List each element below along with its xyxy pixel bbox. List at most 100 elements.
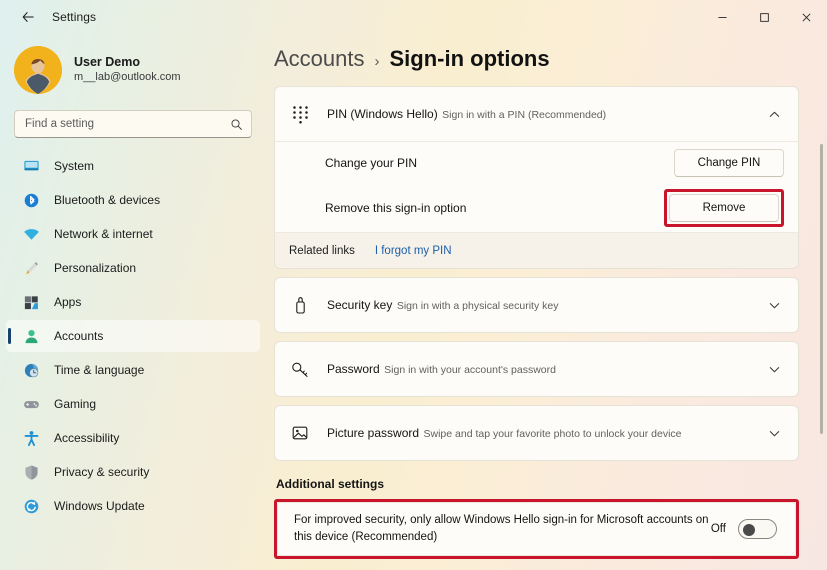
- sidebar-item-label: Network & internet: [54, 227, 153, 241]
- signin-option-title: Picture password: [327, 426, 419, 440]
- account-name: User Demo: [74, 55, 181, 71]
- account-email: m__lab@outlook.com: [74, 71, 181, 85]
- picture-icon: [289, 422, 311, 444]
- signin-option-picture-password: Picture password Swipe and tap your favo…: [274, 405, 799, 461]
- person-icon: [22, 327, 40, 345]
- hello-only-toggle-state: Off: [711, 523, 726, 535]
- signin-option-password: Password Sign in with your account's pas…: [274, 341, 799, 397]
- chevron-down-icon[interactable]: [764, 299, 784, 312]
- account-block[interactable]: User Demo m__lab@outlook.com: [0, 34, 266, 96]
- change-pin-row: Change your PIN Change PIN: [275, 142, 798, 184]
- sidebar-item-privacy-security[interactable]: Privacy & security: [6, 456, 260, 488]
- maximize-icon: [759, 12, 770, 23]
- sidebar-item-label: Bluetooth & devices: [54, 193, 160, 207]
- remove-button-highlight: Remove: [664, 189, 784, 227]
- sidebar-item-accessibility[interactable]: Accessibility: [6, 422, 260, 454]
- signin-option-picture-password-header[interactable]: Picture password Swipe and tap your favo…: [275, 406, 798, 460]
- hello-only-signin-label: For improved security, only allow Window…: [294, 512, 711, 545]
- signin-option-title: Security key: [327, 298, 392, 312]
- sidebar-item-label: Accounts: [54, 329, 103, 343]
- back-arrow-icon: [21, 10, 35, 24]
- gamepad-icon: [22, 395, 40, 413]
- title-bar: Settings: [0, 0, 827, 34]
- signin-option-pin-texts: PIN (Windows Hello) Sign in with a PIN (…: [327, 104, 764, 125]
- shield-icon: [22, 463, 40, 481]
- back-button[interactable]: [12, 3, 44, 31]
- sidebar-item-label: Gaming: [54, 397, 96, 411]
- hello-only-toggle[interactable]: [738, 519, 777, 539]
- sidebar-item-label: Privacy & security: [54, 465, 149, 479]
- remove-pin-row: Remove this sign-in option Remove: [275, 184, 798, 232]
- signin-option-pin: PIN (Windows Hello) Sign in with a PIN (…: [274, 86, 799, 269]
- sidebar: User Demo m__lab@outlook.com: [0, 34, 266, 570]
- sidebar-item-time-language[interactable]: Time & language: [6, 354, 260, 386]
- wifi-icon: [22, 225, 40, 243]
- search-box[interactable]: [14, 110, 252, 138]
- main-scrollbar[interactable]: [820, 144, 823, 434]
- sidebar-item-gaming[interactable]: Gaming: [6, 388, 260, 420]
- change-pin-button[interactable]: Change PIN: [674, 149, 784, 177]
- sidebar-item-label: Windows Update: [54, 499, 145, 513]
- sidebar-item-label: Personalization: [54, 261, 136, 275]
- signin-option-password-texts: Password Sign in with your account's pas…: [327, 359, 764, 380]
- hello-only-toggle-group: Off: [711, 519, 777, 539]
- security-key-icon: [289, 294, 311, 316]
- breadcrumb: Accounts › Sign-in options: [266, 34, 827, 72]
- minimize-button[interactable]: [701, 0, 743, 34]
- sidebar-item-accounts[interactable]: Accounts: [6, 320, 260, 352]
- signin-option-security-key: Security key Sign in with a physical sec…: [274, 277, 799, 333]
- related-links-row: Related links I forgot my PIN: [275, 232, 798, 268]
- sidebar-item-label: Time & language: [54, 363, 144, 377]
- pin-keypad-icon: [289, 103, 311, 125]
- signin-option-security-key-texts: Security key Sign in with a physical sec…: [327, 295, 764, 316]
- signin-option-security-key-header[interactable]: Security key Sign in with a physical sec…: [275, 278, 798, 332]
- search-icon[interactable]: [230, 118, 243, 131]
- accessibility-icon: [22, 429, 40, 447]
- hello-only-signin-row: For improved security, only allow Window…: [277, 502, 796, 556]
- sidebar-item-system[interactable]: System: [6, 150, 260, 182]
- sidebar-item-apps[interactable]: Apps: [6, 286, 260, 318]
- chevron-down-icon[interactable]: [764, 427, 784, 440]
- monitor-icon: [22, 157, 40, 175]
- sidebar-item-windows-update[interactable]: Windows Update: [6, 490, 260, 522]
- window-controls: [701, 0, 827, 34]
- avatar: [14, 46, 62, 94]
- search-wrap: [0, 96, 266, 138]
- signin-option-password-header[interactable]: Password Sign in with your account's pas…: [275, 342, 798, 396]
- app-title: Settings: [52, 10, 96, 24]
- signin-option-title: Password: [327, 362, 380, 376]
- signin-option-picture-password-texts: Picture password Swipe and tap your favo…: [327, 423, 764, 444]
- update-refresh-icon: [22, 497, 40, 515]
- additional-settings-title: Additional settings: [276, 477, 799, 491]
- clock-globe-icon: [22, 361, 40, 379]
- remove-button[interactable]: Remove: [669, 194, 779, 222]
- related-links-label: Related links: [289, 245, 355, 257]
- maximize-button[interactable]: [743, 0, 785, 34]
- account-text: User Demo m__lab@outlook.com: [74, 55, 181, 85]
- apps-icon: [22, 293, 40, 311]
- signin-option-pin-header[interactable]: PIN (Windows Hello) Sign in with a PIN (…: [275, 87, 798, 141]
- search-input[interactable]: [25, 118, 230, 130]
- page-title: Sign-in options: [390, 46, 550, 72]
- signin-option-subtitle: Sign in with a PIN (Recommended): [442, 109, 606, 121]
- signin-option-subtitle: Swipe and tap your favorite photo to unl…: [424, 428, 682, 440]
- chevron-up-icon[interactable]: [764, 108, 784, 121]
- sidebar-item-personalization[interactable]: Personalization: [6, 252, 260, 284]
- signin-option-subtitle: Sign in with your account's password: [384, 364, 556, 376]
- signin-option-subtitle: Sign in with a physical security key: [397, 300, 559, 312]
- close-button[interactable]: [785, 0, 827, 34]
- chevron-down-icon[interactable]: [764, 363, 784, 376]
- signin-option-title: PIN (Windows Hello): [327, 107, 438, 121]
- close-icon: [801, 12, 812, 23]
- breadcrumb-parent[interactable]: Accounts: [274, 46, 365, 72]
- settings-content: PIN (Windows Hello) Sign in with a PIN (…: [266, 72, 827, 559]
- main-pane: Accounts › Sign-in options: [266, 34, 827, 570]
- toggle-knob: [743, 524, 755, 536]
- bluetooth-icon: [22, 191, 40, 209]
- sidebar-item-network-internet[interactable]: Network & internet: [6, 218, 260, 250]
- forgot-pin-link[interactable]: I forgot my PIN: [375, 245, 452, 257]
- settings-window: Settings: [0, 0, 827, 570]
- additional-setting-highlight: For improved security, only allow Window…: [274, 499, 799, 559]
- sidebar-item-label: System: [54, 159, 94, 173]
- sidebar-item-bluetooth-devices[interactable]: Bluetooth & devices: [6, 184, 260, 216]
